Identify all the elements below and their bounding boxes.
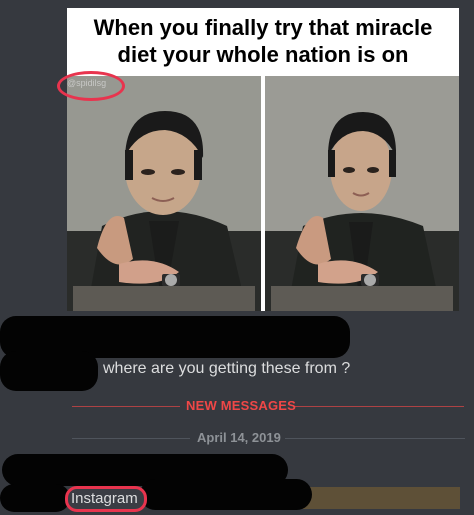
after-photo bbox=[265, 76, 459, 311]
meme-caption: When you finally try that miracle diet y… bbox=[67, 14, 459, 68]
message-text: where are you getting these from ? bbox=[103, 360, 351, 377]
new-messages-label: NEW MESSAGES bbox=[186, 398, 297, 413]
before-photo bbox=[67, 76, 261, 311]
instagram-label: Instagram bbox=[71, 490, 138, 507]
redacted-block-4 bbox=[0, 484, 70, 512]
meme-caption-line-1: When you finally try that miracle bbox=[93, 15, 433, 40]
date-divider-right bbox=[285, 438, 465, 439]
new-messages-divider-left bbox=[72, 406, 180, 407]
date-label: April 14, 2019 bbox=[197, 430, 281, 445]
new-messages-divider-right bbox=[294, 406, 464, 407]
redacted-block-2 bbox=[0, 351, 98, 391]
meme-image: When you finally try that miracle diet y… bbox=[67, 8, 459, 311]
meme-caption-line-2: diet your whole nation is on bbox=[117, 42, 409, 67]
chat-screenshot: When you finally try that miracle diet y… bbox=[0, 0, 474, 515]
instagram-message: Instagram bbox=[65, 486, 147, 512]
date-divider-left bbox=[72, 438, 190, 439]
redacted-block-5 bbox=[140, 479, 312, 510]
watermark-annotation-oval bbox=[57, 71, 125, 101]
